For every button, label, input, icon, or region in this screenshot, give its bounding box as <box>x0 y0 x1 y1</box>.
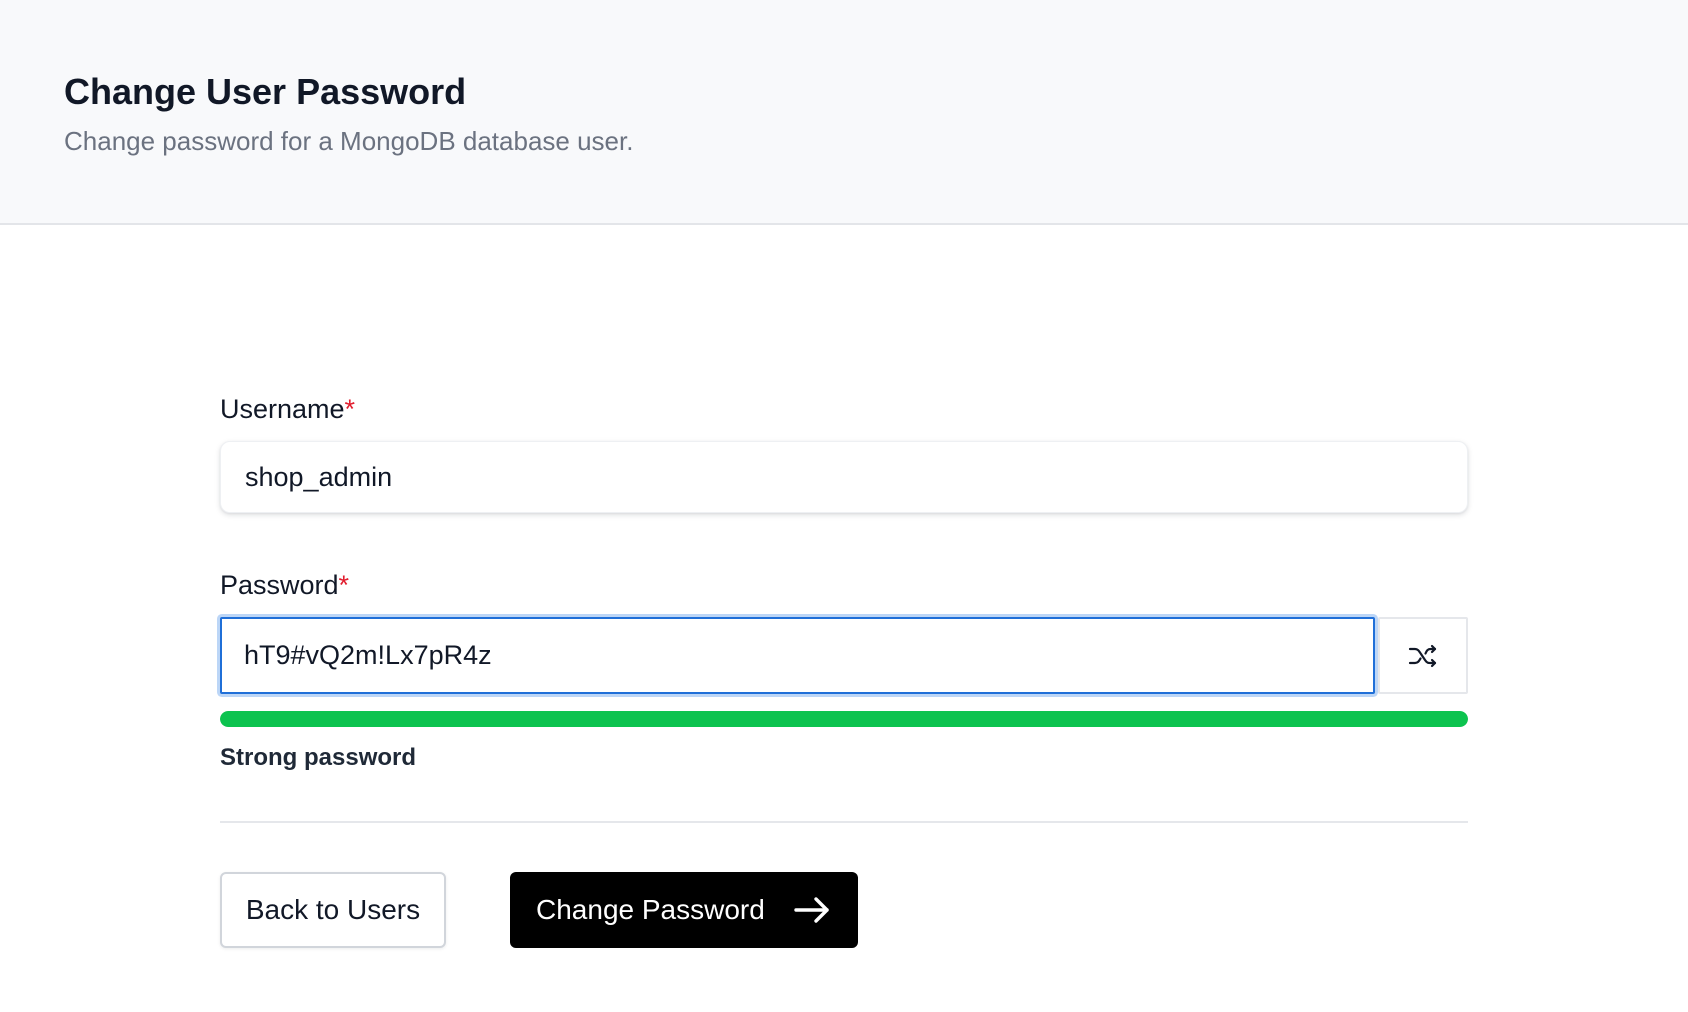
username-input[interactable] <box>220 441 1468 513</box>
required-mark: * <box>338 570 350 600</box>
password-label-text: Password <box>220 570 339 600</box>
shuffle-icon <box>1408 644 1437 667</box>
arrow-right-icon <box>793 896 831 924</box>
username-label: Username* <box>220 392 355 426</box>
password-strength-label: Strong password <box>220 744 417 771</box>
page-subtitle: Change password for a MongoDB database u… <box>64 126 634 156</box>
page-header: Change User Password Change password for… <box>0 0 1688 225</box>
password-label: Password* <box>220 568 349 602</box>
password-strength-meter <box>220 711 1468 727</box>
page-title: Change User Password <box>64 71 467 112</box>
password-input[interactable] <box>220 617 1375 694</box>
change-password-button[interactable]: Change Password <box>510 872 858 948</box>
password-strength-fill <box>220 711 1468 727</box>
generate-password-button[interactable] <box>1378 617 1468 694</box>
password-field-group <box>220 617 1468 694</box>
divider <box>220 821 1468 823</box>
username-label-text: Username <box>220 394 345 424</box>
required-mark: * <box>344 394 356 424</box>
change-password-label: Change Password <box>536 894 765 925</box>
back-to-users-button[interactable]: Back to Users <box>220 872 446 948</box>
